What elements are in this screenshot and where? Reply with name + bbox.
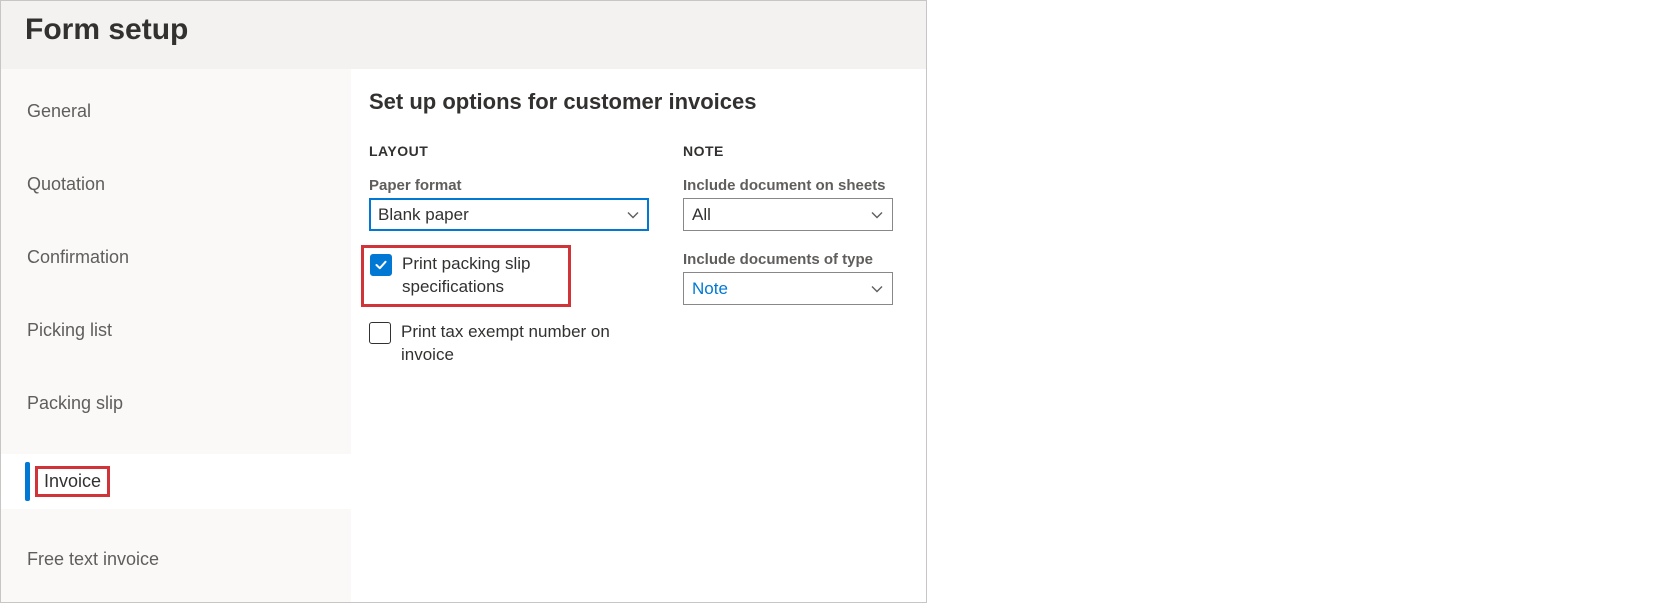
form-setup-window: Form setup General Quotation Confirmatio… xyxy=(0,0,927,603)
include-doc-type-value: Note xyxy=(692,279,870,299)
sidebar-item-label: Free text invoice xyxy=(27,549,159,570)
note-section-label: NOTE xyxy=(683,143,893,159)
sidebar-item-label: Picking list xyxy=(27,320,112,341)
paper-format-label: Paper format xyxy=(369,177,649,194)
include-doc-sheets-block: Include document on sheets All xyxy=(683,177,893,231)
sidebar-item-invoice[interactable]: Invoice xyxy=(1,454,351,509)
layout-column: LAYOUT Paper format Blank paper Print pa… xyxy=(369,143,649,367)
panel-heading: Set up options for customer invoices xyxy=(369,89,908,115)
sidebar-item-label: Invoice xyxy=(35,466,110,497)
print-tax-exempt-row: Print tax exempt number on invoice xyxy=(369,321,649,367)
print-packing-slip-label: Print packing slip specifications xyxy=(402,253,562,299)
print-packing-slip-row: Print packing slip specifications xyxy=(361,245,571,307)
note-column: NOTE Include document on sheets All Incl… xyxy=(683,143,893,367)
chevron-down-icon xyxy=(626,208,640,222)
include-doc-type-block: Include documents of type Note xyxy=(683,251,893,305)
content-area: General Quotation Confirmation Picking l… xyxy=(1,69,926,602)
sidebar-item-free-text-invoice[interactable]: Free text invoice xyxy=(1,537,351,582)
layout-section-label: LAYOUT xyxy=(369,143,649,159)
chevron-down-icon xyxy=(870,282,884,296)
page-title: Form setup xyxy=(25,13,902,47)
columns: LAYOUT Paper format Blank paper Print pa… xyxy=(369,143,908,367)
sidebar-item-quotation[interactable]: Quotation xyxy=(1,162,351,207)
sidebar-item-confirmation[interactable]: Confirmation xyxy=(1,235,351,280)
sidebar-item-picking-list[interactable]: Picking list xyxy=(1,308,351,353)
sidebar-item-packing-slip[interactable]: Packing slip xyxy=(1,381,351,426)
include-doc-type-label: Include documents of type xyxy=(683,251,893,268)
check-icon xyxy=(374,258,388,272)
print-tax-exempt-label: Print tax exempt number on invoice xyxy=(401,321,649,367)
sidebar-item-label: Quotation xyxy=(27,174,105,195)
include-doc-sheets-value: All xyxy=(692,205,870,225)
chevron-down-icon xyxy=(870,208,884,222)
include-doc-sheets-select[interactable]: All xyxy=(683,198,893,231)
paper-format-value: Blank paper xyxy=(378,205,626,225)
sidebar: General Quotation Confirmation Picking l… xyxy=(1,69,351,602)
paper-format-select[interactable]: Blank paper xyxy=(369,198,649,231)
main-panel: Set up options for customer invoices LAY… xyxy=(351,69,926,602)
sidebar-item-general[interactable]: General xyxy=(1,89,351,134)
include-doc-sheets-label: Include document on sheets xyxy=(683,177,893,194)
title-bar: Form setup xyxy=(1,1,926,69)
include-doc-type-select[interactable]: Note xyxy=(683,272,893,305)
sidebar-item-label: Confirmation xyxy=(27,247,129,268)
sidebar-item-label: General xyxy=(27,101,91,122)
print-packing-slip-checkbox[interactable] xyxy=(370,254,392,276)
print-tax-exempt-checkbox[interactable] xyxy=(369,322,391,344)
sidebar-item-label: Packing slip xyxy=(27,393,123,414)
